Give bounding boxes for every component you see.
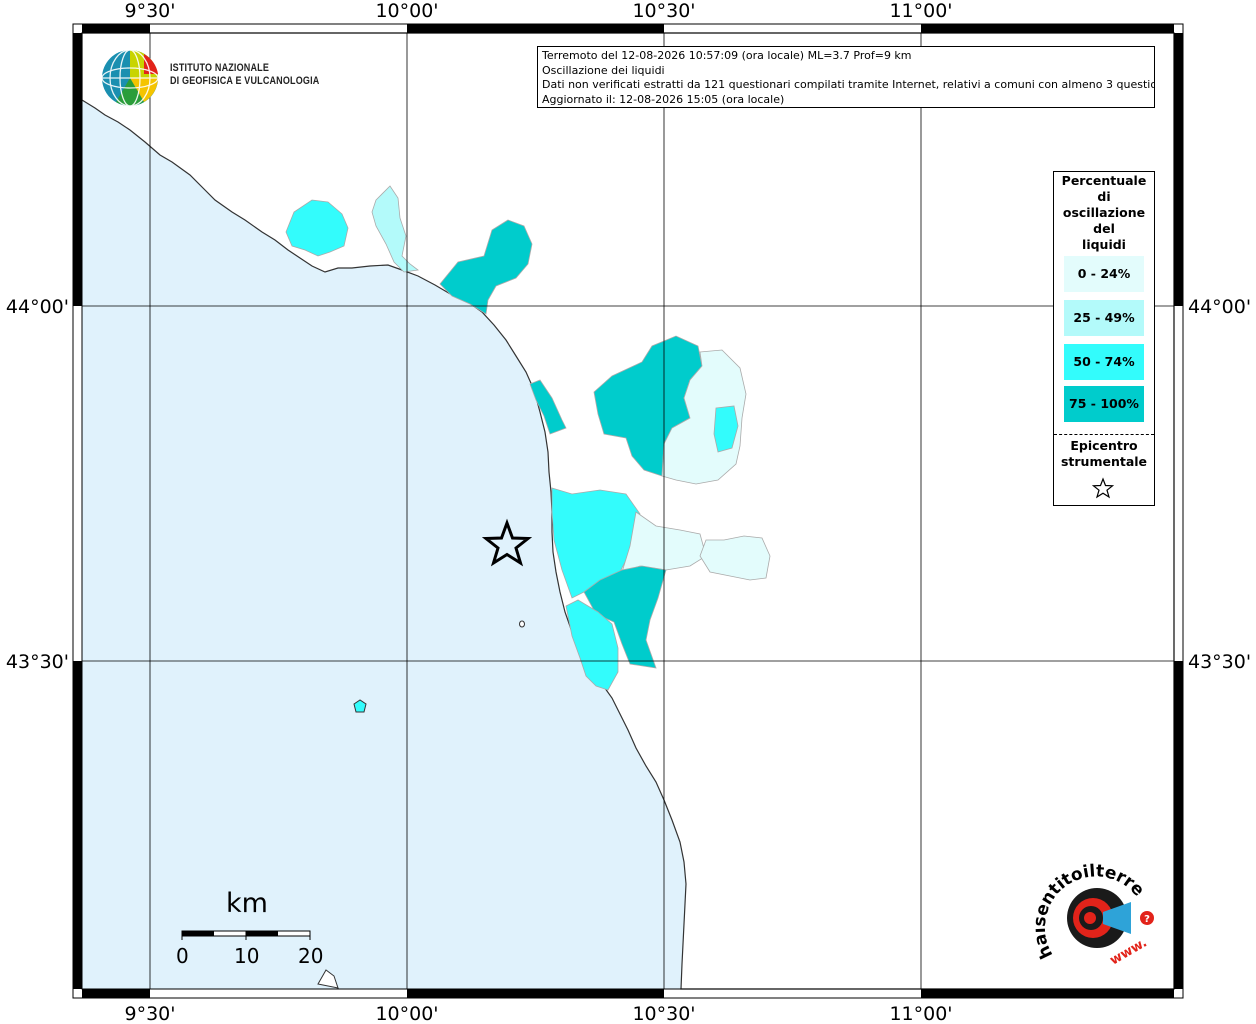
scale-label-0: 0 [176,944,189,968]
event-info-box: Terremoto del 12-08-2026 10:57:09 (ora l… [537,46,1155,108]
legend-class-1: 0 - 24% [1064,256,1144,292]
svg-text:?: ? [1144,914,1150,925]
haisentito-logo-icon: haisentitoilterremoto.it www. ? [1035,860,1154,968]
ingv-logo-line-1: ISTITUTO NAZIONALE [170,62,270,74]
ingv-logo-line-2: DI GEOFISICA E VULCANOLOGIA [170,75,320,87]
x-top-tick-3: 10°30' [632,0,695,22]
legend-title-line-2: di [1097,189,1111,204]
x-bottom-tick-3: 10°30' [632,1003,695,1024]
x-bottom-tick-2: 10°00' [375,1003,438,1024]
x-bottom-tick-1: 9°30' [125,1003,176,1024]
scale-label-20: 20 [298,944,324,968]
legend-class-3: 50 - 74% [1064,344,1144,380]
y-right-tick-2: 43°30' [1188,651,1251,673]
legend-class-4: 75 - 100% [1064,386,1144,422]
ingv-logo-icon [101,49,159,107]
legend-epicenter-label: Epicentro strumentale [1054,438,1154,470]
legend-title-line-5: liquidi [1082,237,1126,252]
ingv-logo-text: ISTITUTO NAZIONALE DI GEOFISICA E VULCAN… [170,62,319,88]
legend-star-icon [1092,477,1114,499]
legend-title: Percentuale di oscillazione del liquidi [1054,173,1154,253]
legend-title-line-1: Percentuale [1061,173,1147,188]
scale-unit: km [226,888,268,919]
event-info-line-3: Dati non verificati estratti da 121 ques… [542,78,1155,91]
y-left-tick-2: 43°30' [6,651,69,673]
event-info-line-4: Aggiornato il: 12-08-2026 15:05 (ora loc… [542,92,785,106]
scale-label-10: 10 [234,944,260,968]
x-top-tick-1: 9°30' [125,0,176,22]
legend-title-line-4: del [1093,221,1115,236]
legend-epicenter-line-2: strumentale [1060,454,1148,469]
legend-separator [1054,434,1154,435]
legend-epicenter-line-1: Epicentro [1070,438,1138,453]
event-info-line-2: Oscillazione dei liquidi [542,63,665,77]
x-bottom-tick-4: 11°00' [889,1003,952,1024]
y-left-tick-1: 44°00' [6,296,69,318]
x-top-tick-4: 11°00' [889,0,952,22]
legend-title-line-3: oscillazione [1062,205,1146,220]
legend-class-2: 25 - 49% [1064,300,1144,336]
y-right-tick-1: 44°00' [1188,296,1251,318]
islet [519,620,525,628]
legend: Percentuale di oscillazione del liquidi … [1053,171,1155,506]
x-top-tick-2: 10°00' [375,0,438,22]
event-info-line-1: Terremoto del 12-08-2026 10:57:09 (ora l… [542,49,912,62]
